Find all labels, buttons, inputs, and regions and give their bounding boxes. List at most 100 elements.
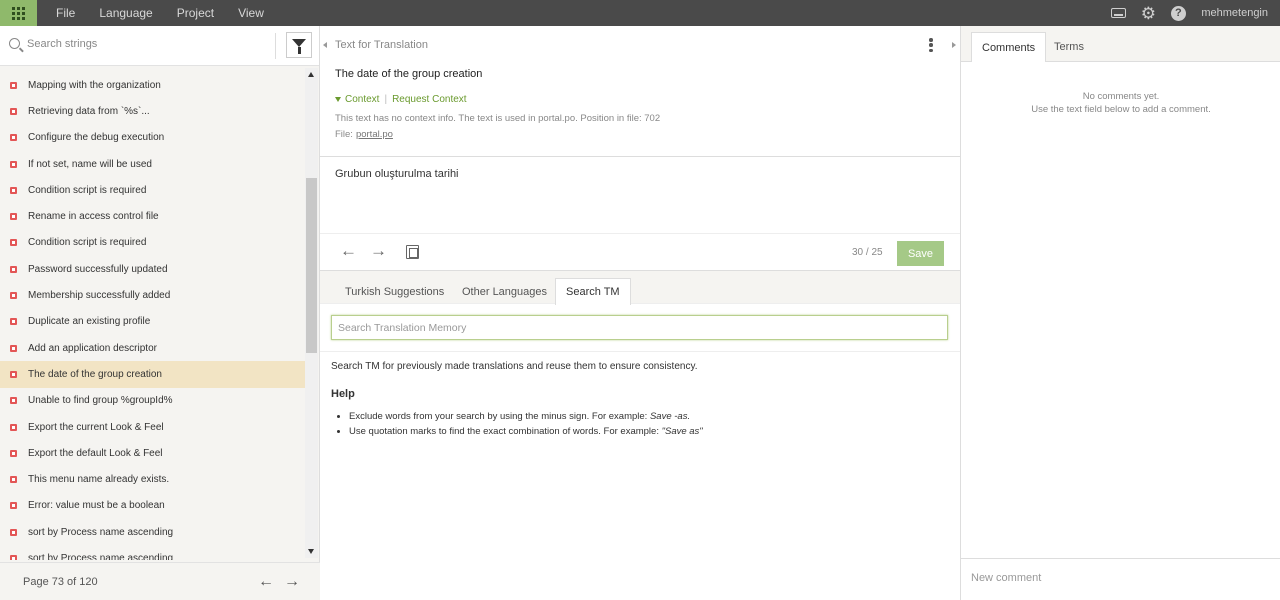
string-list-item[interactable]: This menu name already exists. [0, 466, 305, 492]
scroll-down-arrow[interactable] [308, 549, 314, 554]
save-button[interactable]: Save [897, 241, 944, 266]
tab-search-tm[interactable]: Search TM [555, 278, 631, 305]
string-list-item[interactable]: Membership successfully added [0, 282, 305, 308]
string-list-item[interactable]: Export the default Look & Feel [0, 440, 305, 466]
copy-source-icon[interactable] [406, 245, 419, 259]
string-list-item[interactable]: Error: value must be a boolean [0, 493, 305, 519]
untranslated-status-icon [10, 81, 17, 89]
editor-panel: Text for Translation The date of the gro… [320, 26, 960, 600]
string-list-item[interactable]: Unable to find group %groupId% [0, 388, 305, 414]
comments-tabs: Comments Terms [961, 26, 1280, 62]
string-text: Export the current Look & Feel [28, 421, 164, 433]
divider [275, 33, 276, 59]
string-text: Rename in access control file [28, 211, 159, 223]
comments-panel: Comments Terms No comments yet. Use the … [960, 26, 1280, 600]
untranslated-status-icon [10, 476, 17, 484]
next-string-icon[interactable]: → [370, 242, 387, 259]
tab-comments[interactable]: Comments [971, 32, 1047, 62]
tab-terms[interactable]: Terms [1044, 32, 1094, 62]
tab-other-languages[interactable]: Other Languages [452, 278, 557, 305]
apps-grid-button[interactable] [0, 0, 37, 26]
strings-panel: Mapping with the organization Retrieving … [0, 26, 320, 600]
string-list-item[interactable]: Password successfully updated [0, 256, 305, 282]
string-list-item[interactable]: Mapping with the organization [0, 72, 305, 98]
string-text: sort by Process name ascending [28, 526, 174, 538]
collapse-right-icon[interactable] [952, 42, 956, 48]
string-text: Password successfully updated [28, 263, 168, 275]
untranslated-status-icon [10, 397, 17, 405]
next-page-icon[interactable]: → [284, 573, 300, 591]
source-text: The date of the group creation [335, 68, 483, 80]
help-list: Exclude words from your search by using … [349, 411, 703, 441]
page-indicator: Page 73 of 120 [23, 575, 98, 588]
untranslated-status-icon [10, 265, 17, 273]
context-info: This text has no context info. The text … [335, 113, 661, 124]
scroll-thumb[interactable] [306, 178, 317, 353]
string-list-item[interactable]: The date of the group creation [0, 361, 305, 388]
menu-file[interactable]: File [56, 6, 75, 20]
keyboard-icon[interactable] [1109, 4, 1127, 22]
scroll-up-arrow[interactable] [308, 72, 314, 77]
search-icon [9, 38, 20, 49]
string-text: sort by Process name ascending [28, 552, 174, 560]
string-list-item[interactable]: Duplicate an existing profile [0, 309, 305, 335]
pager: Page 73 of 120 ← → [0, 562, 320, 600]
string-list-item[interactable]: Retrieving data from `%s`... [0, 98, 305, 124]
filter-button[interactable] [286, 32, 312, 58]
help-icon[interactable]: ? [1169, 4, 1187, 22]
no-comments-message: No comments yet. Use the text field belo… [961, 90, 1280, 116]
collapse-left-icon[interactable] [323, 42, 327, 48]
untranslated-status-icon [10, 186, 17, 194]
string-list-item[interactable]: sort by Process name ascending [0, 545, 305, 560]
scrollbar[interactable] [305, 68, 318, 558]
search-strings-input[interactable] [27, 38, 257, 50]
context-toggle[interactable]: Context [345, 94, 379, 105]
string-list-item[interactable]: Condition script is required [0, 230, 305, 256]
menu-language[interactable]: Language [99, 6, 152, 20]
string-text: Condition script is required [28, 237, 147, 249]
menu-view[interactable]: View [238, 6, 264, 20]
username[interactable]: mehmetengin [1201, 7, 1268, 19]
context-row: Context | Request Context [335, 94, 467, 105]
caret-down-icon[interactable] [335, 97, 341, 102]
string-list-item[interactable]: Rename in access control file [0, 203, 305, 229]
divider [320, 351, 960, 352]
untranslated-status-icon [10, 344, 17, 352]
more-options-icon[interactable] [929, 38, 933, 52]
help-item: Exclude words from your search by using … [349, 411, 703, 422]
untranslated-status-icon [10, 423, 17, 431]
request-context-link[interactable]: Request Context [392, 94, 467, 105]
no-comments-line: No comments yet. [1082, 91, 1160, 102]
top-bar: File Language Project View ⚙ ? mehmeteng… [0, 0, 1280, 26]
tm-description: Search TM for previously made translatio… [331, 361, 698, 372]
string-list-item[interactable]: Configure the debug execution [0, 125, 305, 151]
string-text: Membership successfully added [28, 290, 171, 302]
apps-grid-icon [12, 6, 25, 20]
menu-project[interactable]: Project [177, 6, 214, 20]
translation-field[interactable]: Grubun oluşturulma tarihi [335, 168, 459, 180]
string-list-item[interactable]: Condition script is required [0, 177, 305, 203]
comment-box [961, 558, 1280, 600]
gear-icon[interactable]: ⚙ [1139, 4, 1157, 22]
string-text: Configure the debug execution [28, 132, 165, 144]
string-list-item[interactable]: sort by Process name ascending [0, 519, 305, 545]
prev-string-icon[interactable]: ← [340, 242, 357, 259]
help-heading: Help [331, 388, 355, 400]
untranslated-status-icon [10, 239, 17, 247]
top-right-actions: ⚙ ? mehmetengin [1097, 0, 1268, 26]
untranslated-status-icon [10, 449, 17, 457]
string-list-item[interactable]: Add an application descriptor [0, 335, 305, 361]
tab-turkish-suggestions[interactable]: Turkish Suggestions [335, 278, 454, 305]
new-comment-input[interactable] [971, 572, 1261, 584]
untranslated-status-icon [10, 502, 17, 510]
untranslated-status-icon [10, 213, 17, 221]
untranslated-status-icon [10, 370, 17, 378]
file-link[interactable]: portal.po [356, 129, 393, 140]
source-label: Text for Translation [335, 39, 428, 51]
string-list-item[interactable]: Export the current Look & Feel [0, 414, 305, 440]
string-text: Duplicate an existing profile [28, 316, 151, 328]
search-tm-input[interactable] [331, 315, 948, 340]
prev-page-icon[interactable]: ← [258, 573, 274, 591]
string-list-item[interactable]: If not set, name will be used [0, 151, 305, 177]
string-text: The date of the group creation [28, 368, 162, 380]
